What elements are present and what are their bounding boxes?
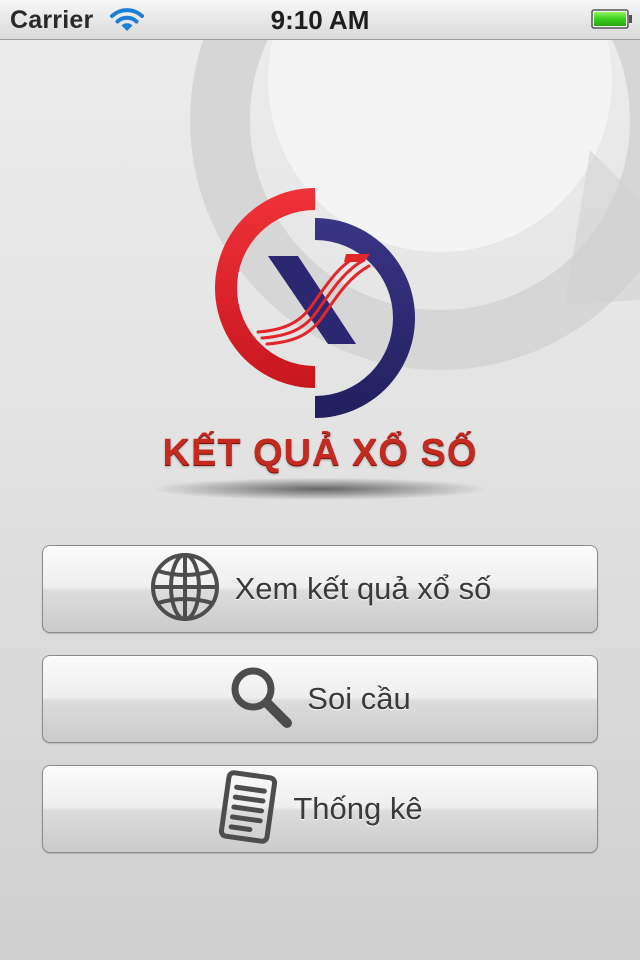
globe-icon [149, 551, 221, 628]
view-results-button[interactable]: Xem kết quả xổ số [42, 545, 598, 633]
view-results-label: Xem kết quả xổ số [234, 571, 492, 606]
status-time: 9:10 AM [270, 5, 370, 35]
battery-icon [591, 9, 632, 29]
search-icon [229, 665, 293, 734]
logo-shadow [155, 478, 485, 500]
document-icon [217, 769, 279, 850]
soi-cau-button[interactable]: Soi cầu [42, 655, 598, 743]
logo-title: KẾT QUẢ XỔ SỐ [162, 432, 478, 474]
status-bar: Carrier 9:10 AM [0, 0, 640, 40]
soi-cau-label: Soi cầu [307, 681, 411, 716]
statistics-button-content: Thống kê [43, 766, 597, 852]
statistics-label: Thống kê [293, 791, 423, 826]
statistics-button[interactable]: Thống kê [42, 765, 598, 853]
soi-cau-button-content: Soi cầu [43, 656, 597, 742]
view-results-button-content: Xem kết quả xổ số [43, 546, 597, 632]
